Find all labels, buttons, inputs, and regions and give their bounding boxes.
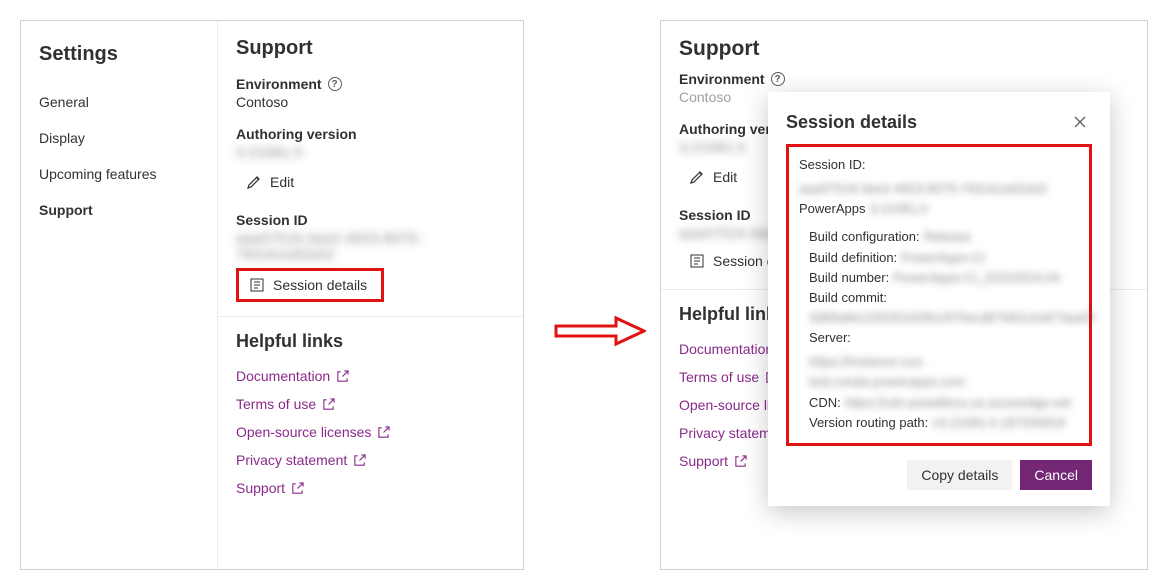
environment-label: Environment ? — [236, 76, 505, 92]
external-link-icon — [353, 454, 366, 467]
arrow-icon — [554, 314, 646, 348]
session-id-val: aaa07519-3ee2-4923-8075-792cb1e62a02 — [799, 179, 1047, 199]
sidebar-title: Settings — [21, 37, 217, 84]
link-oss[interactable]: Open-source licenses — [236, 418, 505, 446]
external-link-icon — [734, 455, 747, 468]
sidebar-item-upcoming[interactable]: Upcoming features — [21, 156, 217, 192]
settings-panel-before: Settings General Display Upcoming featur… — [20, 20, 524, 570]
session-id-label: Session ID — [236, 212, 505, 228]
pencil-icon — [246, 174, 262, 190]
vroute-val: v3.21081.0.187035818 — [932, 413, 1065, 433]
build-num-val: PowerApps-CI_20210524.04 — [893, 268, 1060, 288]
close-icon — [1073, 115, 1087, 129]
environment-label-text: Environment — [679, 71, 765, 87]
external-link-icon — [291, 482, 304, 495]
powerapps-val: 3.21081.0 — [869, 199, 927, 219]
dialog-actions: Copy details Cancel — [786, 460, 1092, 490]
authoring-version-value: 3.21081.0 — [236, 144, 505, 160]
sidebar-item-display[interactable]: Display — [21, 120, 217, 156]
link-label: Open-source lic — [679, 397, 777, 413]
build-commit-key: Build commit: — [809, 288, 887, 308]
session-id-value: aaa07519-3ee2-4923-8075-792cb1e62a02 — [236, 230, 505, 262]
link-terms[interactable]: Terms of use — [236, 390, 505, 418]
details-icon — [249, 277, 265, 293]
separator — [218, 316, 523, 317]
close-button[interactable] — [1068, 110, 1092, 134]
link-label: Support — [679, 453, 728, 469]
link-label: Terms of use — [236, 396, 316, 412]
edit-label: Edit — [270, 174, 294, 190]
build-conf-val: Release — [924, 227, 972, 247]
link-label: Privacy statement — [236, 452, 347, 468]
page-title: Support — [679, 37, 1129, 61]
link-documentation[interactable]: Documentation — [236, 362, 505, 390]
session-id-key: Session ID: — [799, 155, 865, 175]
server-val: https://instance-cus-test.create.powerap… — [809, 352, 1079, 392]
cdn-val: https://cdn-powelleus.us.azureedge.net — [845, 393, 1071, 413]
environment-label-text: Environment — [236, 76, 322, 92]
link-label: Support — [236, 480, 285, 496]
build-conf-key: Build configuration: — [809, 227, 920, 247]
build-commit-val: 3d89a8e1293351628cc870ecd87682c2a973aa05 — [809, 308, 1095, 328]
link-label: Documentation — [236, 368, 330, 384]
external-link-icon — [377, 426, 390, 439]
flow-arrow — [554, 314, 646, 348]
dialog-body: Session ID: aaa07519-3ee2-4923-8075-792c… — [786, 144, 1092, 446]
link-support[interactable]: Support — [236, 474, 505, 502]
cdn-key: CDN: — [809, 393, 841, 413]
authoring-version-label: Authoring version — [236, 126, 505, 142]
powerapps-key: PowerApps — [799, 199, 865, 219]
build-def-val: PowerApps-CI — [901, 248, 985, 268]
session-details-label: Session details — [273, 277, 367, 293]
link-label: Documentation — [679, 341, 773, 357]
build-def-key: Build definition: — [809, 248, 897, 268]
external-link-icon — [322, 398, 335, 411]
build-num-key: Build number: — [809, 268, 889, 288]
server-key: Server: — [809, 328, 851, 348]
details-icon — [689, 253, 705, 269]
link-privacy[interactable]: Privacy statement — [236, 446, 505, 474]
external-link-icon — [336, 370, 349, 383]
session-details-dialog: Session details Session ID: aaa07519-3ee… — [768, 92, 1110, 506]
edit-button[interactable]: Edit — [236, 168, 304, 196]
edit-label: Edit — [713, 169, 737, 185]
session-details-button[interactable]: Session details — [236, 268, 384, 302]
page-title: Support — [236, 37, 505, 60]
dialog-header: Session details — [786, 110, 1092, 134]
link-label: Open-source licenses — [236, 424, 371, 440]
vroute-key: Version routing path: — [809, 413, 928, 433]
sidebar-item-support[interactable]: Support — [21, 192, 217, 228]
environment-value: Contoso — [236, 94, 505, 110]
pencil-icon — [689, 169, 705, 185]
cancel-button[interactable]: Cancel — [1020, 460, 1092, 490]
dialog-title: Session details — [786, 112, 917, 133]
edit-button[interactable]: Edit — [679, 163, 747, 191]
settings-sidebar: Settings General Display Upcoming featur… — [21, 21, 217, 569]
helpful-links-title: Helpful links — [236, 331, 505, 352]
help-icon[interactable]: ? — [328, 77, 342, 91]
copy-details-button[interactable]: Copy details — [907, 460, 1012, 490]
sidebar-item-general[interactable]: General — [21, 84, 217, 120]
help-icon[interactable]: ? — [771, 72, 785, 86]
support-content: Support Environment ? Contoso Authoring … — [217, 21, 523, 569]
environment-label: Environment ? — [679, 71, 1129, 87]
link-label: Terms of use — [679, 369, 759, 385]
